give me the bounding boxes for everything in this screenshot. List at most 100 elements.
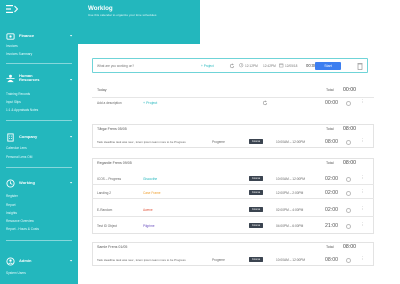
header-banner: Worklog Use this calendar to organize yo… [78, 0, 200, 44]
entry-time-range[interactable]: 10:00AM – 12:00PM [276, 177, 305, 181]
sidebar-section-title: Working [19, 179, 35, 185]
entry-project[interactable]: Giscocthe [143, 177, 157, 181]
entry-description[interactable]: Landing 2 [97, 191, 111, 195]
sidebar-divider [6, 240, 72, 241]
entry-time-range[interactable]: 12:00PM – 2:00PM [276, 191, 303, 195]
entry-project[interactable]: Progeme [212, 140, 225, 144]
sidebar-section-working[interactable]: Working [6, 178, 35, 188]
clock-icon [6, 178, 15, 188]
clock-icon [239, 63, 244, 68]
play-icon[interactable] [346, 177, 351, 182]
more-options-icon[interactable]: ⋮ [360, 99, 365, 104]
status-badge: Cosma [249, 207, 263, 212]
refresh-icon[interactable] [229, 63, 235, 69]
divider [92, 216, 374, 217]
building-icon [7, 132, 14, 142]
entry-duration: 00:00 [325, 100, 338, 106]
sidebar-item-report-hours-costs[interactable]: Report - Hours & Costs [6, 227, 39, 231]
group-total-label: Total [326, 127, 334, 131]
sidebar-section-admin[interactable]: Admin [6, 256, 31, 266]
entry-description[interactable]: ICOS – Progress [97, 177, 121, 181]
entry-project[interactable]: Progeme [212, 258, 225, 262]
entry-description[interactable]: Add a description [97, 101, 122, 105]
entry-time-range[interactable]: 10:00AM – 12:00PM [276, 258, 305, 262]
chevron-down-icon[interactable]: ▾ [70, 181, 72, 185]
sidebar-item-system-users[interactable]: System Users [6, 271, 26, 275]
entry-duration: 08:00 [325, 139, 338, 145]
sidebar-section-company[interactable]: Company [6, 132, 37, 142]
refresh-icon[interactable] [262, 100, 268, 106]
group-title: Today [97, 88, 107, 92]
entry-time-range[interactable]: 02:00PM – 4:00PM [276, 208, 303, 212]
entry-description[interactable]: Task Headline task was new , lorem ipsum… [97, 258, 186, 262]
chevron-down-icon[interactable]: ▾ [70, 78, 72, 82]
sidebar-section-human-resources[interactable]: Human Resources [6, 73, 49, 83]
entry-project[interactable]: Case Frame [143, 191, 161, 195]
status-badge: Cosma [249, 257, 263, 262]
play-icon[interactable] [346, 101, 351, 106]
sidebar-section-title: Human Resources [19, 72, 40, 82]
entry-date[interactable]: 12/05/18 [285, 64, 297, 68]
admin-user-icon [6, 256, 15, 266]
sidebar-divider [6, 167, 72, 168]
sidebar-item-invoices[interactable]: Invoices [6, 44, 18, 48]
sidebar-item-register[interactable]: Register [6, 194, 18, 198]
sidebar: Finance ▾ Invoices Invoices Summary Huma… [0, 0, 78, 284]
entry-description[interactable]: Test ID Object [97, 224, 117, 228]
more-options-icon[interactable]: ⋮ [360, 138, 365, 143]
sidebar-item-appraisals-notes[interactable]: 1:1 & Appraisals Notes [6, 108, 38, 112]
trash-icon[interactable] [357, 62, 363, 70]
group-total-label: Total [326, 88, 334, 92]
group-title: Regardie Frens 09/05 [97, 161, 132, 165]
play-icon[interactable] [346, 224, 351, 229]
start-time[interactable]: 12:12PM [245, 64, 258, 68]
add-project-button[interactable]: + Project [201, 64, 214, 68]
sidebar-item-invoices-summary[interactable]: Invoices Summary [6, 52, 32, 56]
play-icon[interactable] [346, 140, 351, 145]
finance-icon [6, 32, 15, 40]
end-time[interactable]: 12:42PM [263, 64, 276, 68]
add-project-button[interactable]: + Project [143, 101, 157, 105]
more-options-icon[interactable]: ⋮ [360, 189, 365, 194]
group-title: Samle Frens 01/05 [97, 245, 128, 249]
chevron-down-icon[interactable]: ▾ [70, 135, 72, 139]
task-description-input[interactable] [97, 63, 192, 69]
entry-project[interactable]: Pilgrime [143, 224, 155, 228]
entry-time-range[interactable]: 10:00AM – 12:00PM [276, 140, 305, 144]
entry-time-range[interactable]: 04:00PM – 6:00PM [276, 224, 303, 228]
time-entry-bar: + Project 12:12PM 12:42PM 12/05/18 00:00… [92, 58, 368, 73]
more-options-icon[interactable]: ⋮ [360, 222, 365, 227]
group-total-label: Total [326, 161, 334, 165]
sidebar-item-input-slips[interactable]: Input Slips [6, 100, 21, 104]
sidebar-divider [6, 63, 72, 64]
page-subtitle: Use this calendar to organize your time … [88, 13, 157, 17]
sidebar-section-finance[interactable]: Finance [6, 31, 34, 41]
divider [92, 97, 374, 98]
sidebar-item-calendar-lens[interactable]: Calendar Lens [6, 146, 27, 150]
divider [92, 184, 374, 185]
entry-duration: 02:00 [325, 190, 338, 196]
play-icon[interactable] [346, 191, 351, 196]
more-options-icon[interactable]: ⋮ [360, 256, 365, 261]
sidebar-section-title: Finance [19, 32, 35, 38]
play-icon[interactable] [346, 258, 351, 263]
chevron-down-icon[interactable]: ▾ [70, 34, 72, 38]
sidebar-item-training-records[interactable]: Training Records [6, 92, 30, 96]
entry-description[interactable]: E-Random [97, 208, 112, 212]
menu-logo-icon[interactable] [6, 4, 18, 14]
play-icon[interactable] [346, 208, 351, 213]
status-badge: Cosma [249, 223, 263, 228]
chevron-down-icon[interactable]: ▾ [70, 259, 72, 263]
sidebar-item-resource-overview[interactable]: Resource Overview [6, 219, 34, 223]
entry-duration: 02:00 [325, 207, 338, 213]
group-total: 08:00 [343, 160, 356, 166]
more-options-icon[interactable]: ⋮ [360, 175, 365, 180]
group-total: 08:00 [343, 126, 356, 132]
start-button[interactable]: Start [315, 61, 341, 70]
entry-description[interactable]: Task Headline task was new , lorem ipsum… [97, 140, 186, 144]
sidebar-item-personal-lens[interactable]: Personal Lens OM [6, 155, 32, 159]
entry-project[interactable]: Awene [143, 208, 153, 212]
sidebar-item-insights[interactable]: Insights [6, 211, 17, 215]
sidebar-item-report[interactable]: Report [6, 203, 16, 207]
more-options-icon[interactable]: ⋮ [360, 206, 365, 211]
